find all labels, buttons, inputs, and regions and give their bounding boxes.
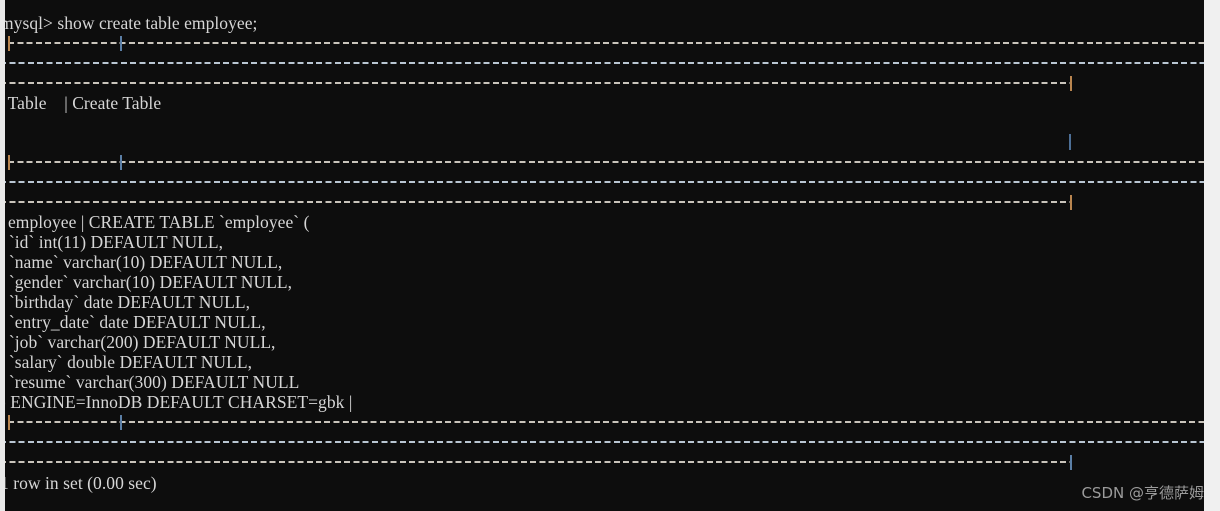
result-row-3: `gender` varchar(10) DEFAULT NULL, (0, 272, 293, 292)
table-separator-bottom-row2 (0, 432, 1204, 452)
left-page-gutter (0, 0, 5, 511)
table-separator-mid-row2 (0, 172, 1204, 192)
result-row-4: `birthday` date DEFAULT NULL, (0, 292, 251, 312)
result-row-0: | employee | CREATE TABLE `employee` ( (0, 212, 310, 232)
result-row-9: ) ENGINE=InnoDB DEFAULT CHARSET=gbk | (0, 392, 353, 412)
mysql-terminal-window[interactable]: mysql> show create table employee; | Tab… (0, 0, 1204, 511)
command-prompt-line: mysql> show create table employee; (0, 13, 258, 33)
csdn-watermark: CSDN @亨德萨姆 (1081, 484, 1204, 502)
table-separator-mid-row3 (0, 192, 1204, 212)
table-separator-mid-row1 (0, 152, 1204, 172)
table-separator-top-row3 (0, 73, 1204, 93)
result-row-7: `salary` double DEFAULT NULL, (0, 352, 253, 372)
screenshot-root: mysql> show create table employee; | Tab… (0, 0, 1220, 511)
header-right-border (1069, 134, 1071, 150)
right-page-gutter (1204, 0, 1220, 511)
result-row-6: `job` varchar(200) DEFAULT NULL, (0, 332, 276, 352)
table-separator-bottom-row3 (0, 452, 1204, 472)
query-status-line: 1 row in set (0.00 sec) (0, 473, 157, 493)
result-row-2: `name` varchar(10) DEFAULT NULL, (0, 252, 283, 272)
table-separator-top-row2 (0, 53, 1204, 73)
result-row-1: `id` int(11) DEFAULT NULL, (0, 232, 224, 252)
result-row-5: `entry_date` date DEFAULT NULL, (0, 312, 266, 332)
table-header-row: | Table | Create Table (0, 93, 162, 113)
result-row-8: `resume` varchar(300) DEFAULT NULL (0, 372, 300, 392)
table-separator-bottom-row1 (0, 412, 1204, 432)
table-separator-top-row1 (0, 33, 1204, 53)
